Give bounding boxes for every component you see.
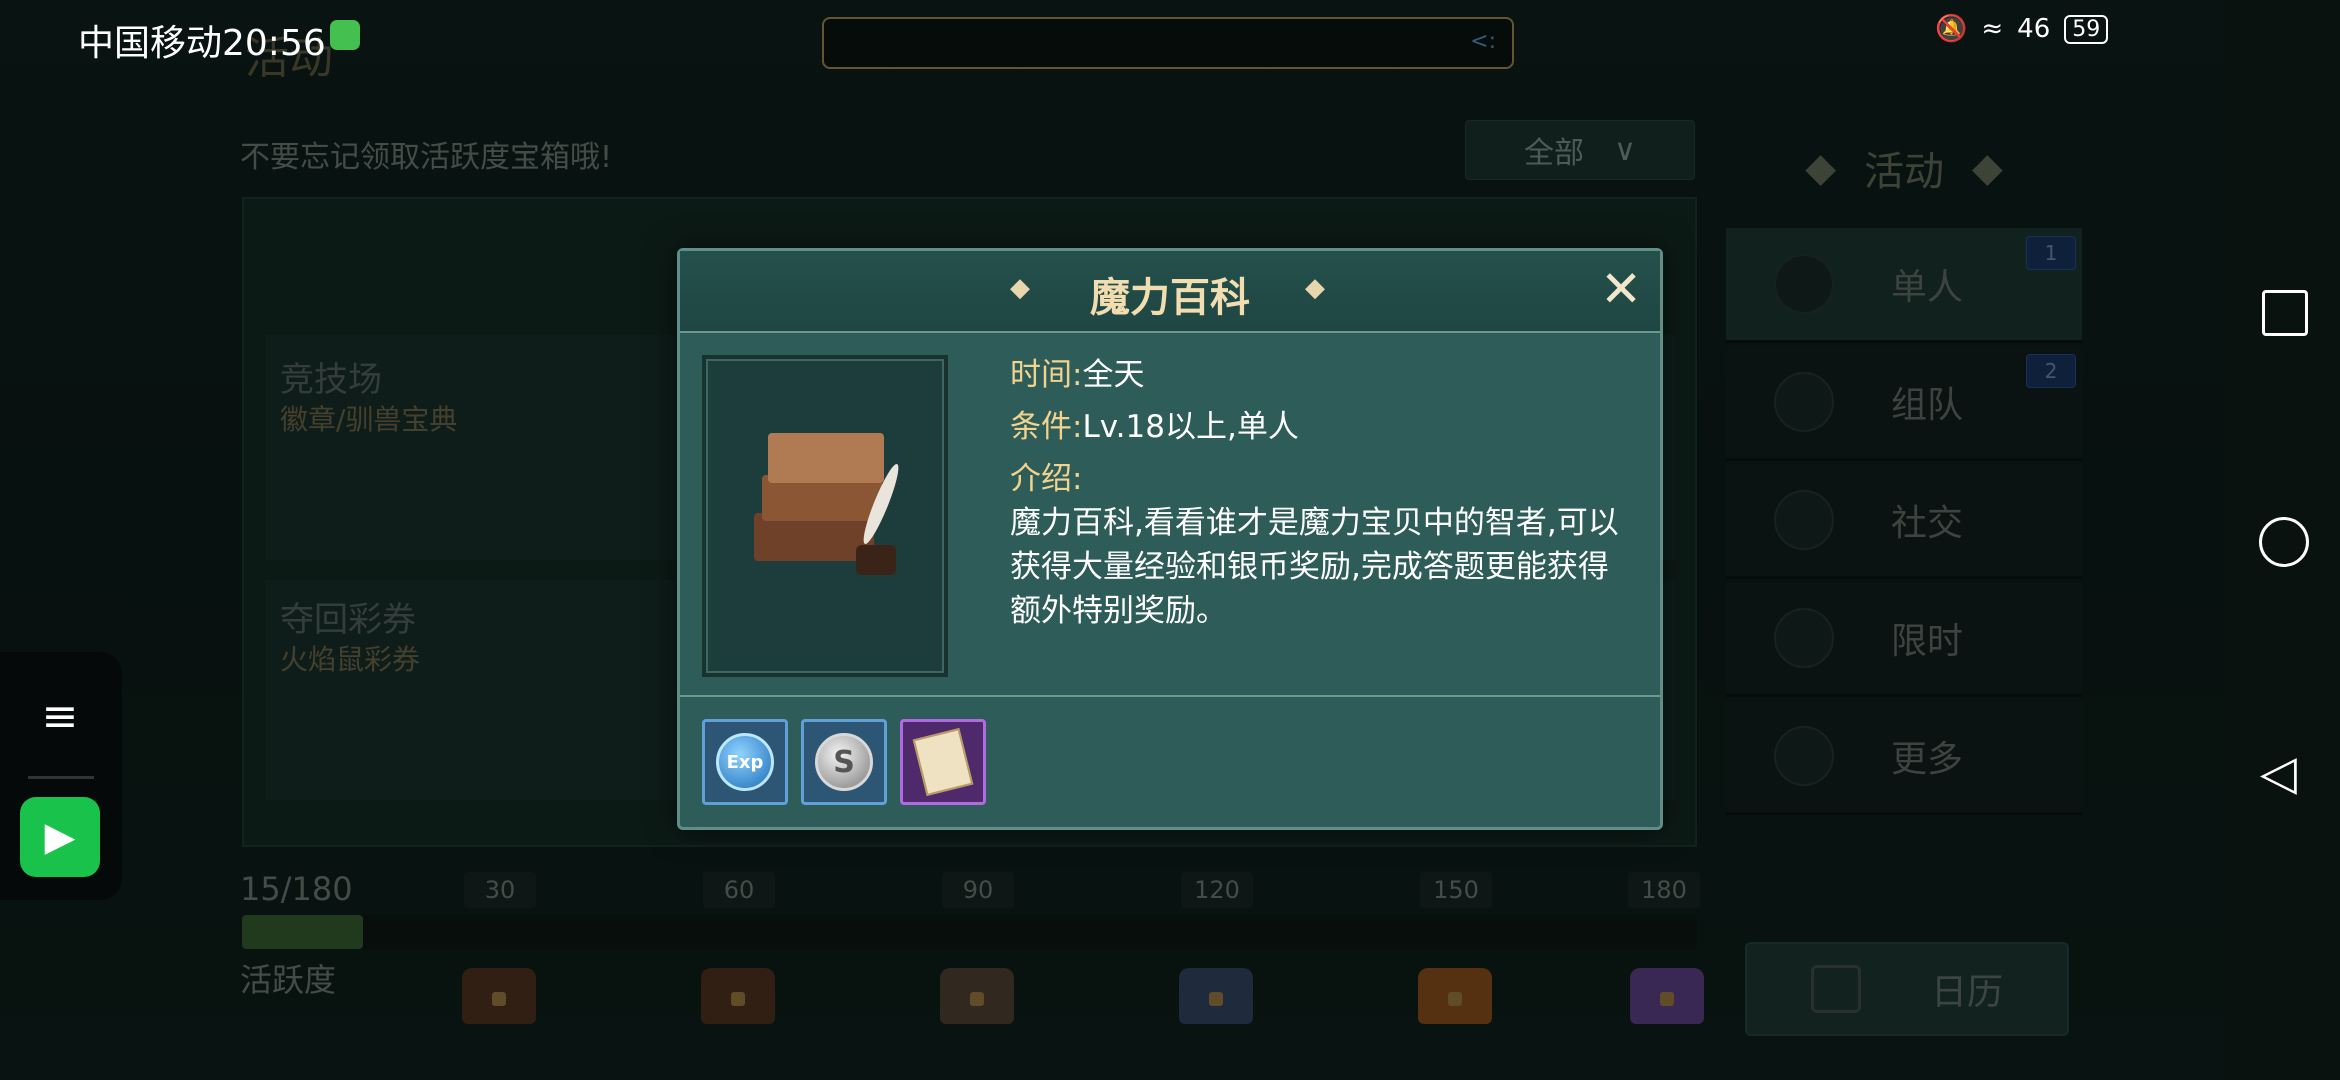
condition-key: 条件:: [1010, 409, 1083, 445]
mute-icon: 🔕: [1935, 14, 1968, 44]
book-icon: [768, 433, 884, 483]
time-value: 全天: [1082, 357, 1145, 393]
paper-icon: [912, 728, 974, 796]
floating-dock: ≡ ▶: [0, 652, 122, 900]
wifi-icon: ≈: [1981, 14, 2004, 44]
back-icon[interactable]: ◁: [2260, 745, 2297, 801]
activity-description: 魔力百科,看看谁才是魔力宝贝中的智者,可以获得大量经验和银币奖励,完成答题更能获…: [1010, 505, 1619, 629]
status-time: 中国移动20:56: [78, 23, 326, 64]
condition-value: Lv.18以上,单人: [1082, 409, 1299, 445]
exp-reward[interactable]: Exp: [702, 719, 788, 805]
divider: [680, 695, 1660, 697]
paper-reward[interactable]: [900, 719, 986, 805]
battery-icon: 59: [2064, 14, 2109, 44]
activity-image: [702, 355, 948, 677]
time-key: 时间:: [1010, 357, 1083, 393]
recents-icon[interactable]: [2262, 290, 2308, 336]
dialog-header: ◆ 魔力百科 ◆ ✕: [680, 251, 1660, 333]
status-icons: 🔕 ≈ 46 59: [1935, 14, 2109, 44]
silver-coin-icon: S: [815, 733, 873, 791]
time-row: 时间:全天: [1010, 349, 1144, 394]
ornament-icon: ◆: [1305, 273, 1325, 303]
dock-divider: [28, 776, 94, 779]
home-icon[interactable]: [2259, 517, 2309, 567]
app-notification-icon: [330, 20, 360, 50]
exp-icon: Exp: [716, 733, 774, 791]
silver-coin-reward[interactable]: S: [801, 719, 887, 805]
intro-key: 介绍:: [1010, 461, 1083, 497]
intro-row: 介绍:: [1010, 453, 1082, 498]
inkwell-icon: [856, 545, 896, 575]
dialog-title: 魔力百科: [1090, 275, 1250, 321]
assistant-icon[interactable]: ≡: [28, 687, 92, 747]
condition-row: 条件:Lv.18以上,单人: [1010, 401, 1299, 446]
close-icon[interactable]: ✕: [1600, 261, 1642, 317]
signal-icon: 46: [2017, 14, 2051, 44]
activity-detail-dialog: ◆ 魔力百科 ◆ ✕ 时间:全天 条件:Lv.18以上,单人 介绍: 魔力百科,…: [677, 248, 1663, 830]
record-icon[interactable]: ▶: [20, 797, 100, 877]
